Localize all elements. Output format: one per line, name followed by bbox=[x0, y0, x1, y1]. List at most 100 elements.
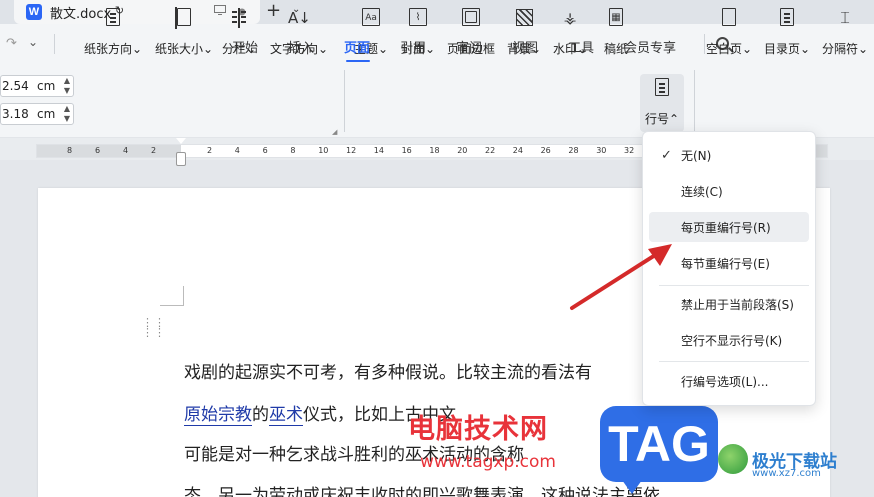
paragraph-line[interactable]: 戏剧的起源实不可考，有多种假说。比较主流的看法有 bbox=[184, 358, 592, 383]
page-border-icon bbox=[460, 6, 482, 30]
checkmark-icon: ✓ bbox=[661, 147, 672, 163]
menu-item-label: 空行不显示行号(K) bbox=[681, 333, 783, 348]
first-line-indent-marker[interactable] bbox=[176, 138, 186, 144]
ruler-number: 10 bbox=[318, 146, 329, 155]
menu-item-hide-blank-lines[interactable]: 空行不显示行号(K) bbox=[649, 325, 809, 355]
menu-item-restart-each-page[interactable]: 每页重编行号(R) bbox=[649, 212, 809, 242]
tab-6[interactable]: 工具 bbox=[568, 37, 594, 56]
separator-icon: ⌶ bbox=[840, 8, 850, 27]
blank-page-button[interactable]: 空白页⌄ bbox=[706, 6, 752, 57]
menu-divider bbox=[659, 285, 809, 286]
tab-3[interactable]: 引用 bbox=[400, 37, 426, 56]
wps-writer-icon: W bbox=[26, 4, 42, 20]
columns-icon bbox=[228, 6, 250, 30]
top-margin-unit: cm bbox=[37, 79, 56, 93]
ruler-number: 22 bbox=[485, 146, 496, 155]
tool-label: 行号⌃ bbox=[644, 112, 680, 126]
watermark-tag-logo: TAG bbox=[600, 406, 718, 494]
tab-5[interactable]: 视图 bbox=[512, 37, 538, 56]
paper-size-icon bbox=[173, 6, 195, 30]
toc-page-button[interactable]: 目录页⌄ bbox=[764, 6, 810, 57]
manuscript-icon: ▦ bbox=[605, 6, 627, 30]
ribbon-toolbar bbox=[0, 64, 874, 138]
paragraph-line[interactable]: 态。另一为劳动或庆祝丰收时的即兴歌舞表演，这种说法主要依 bbox=[184, 481, 660, 497]
paper-orientation-button[interactable]: ↻ 纸张方向⌄ bbox=[84, 5, 143, 57]
top-margin-input[interactable]: 2.54 cm ▲ ▼ bbox=[0, 75, 74, 97]
menu-item-label: 每页重编行号(R) bbox=[681, 220, 771, 235]
watermark-icon: ⚶ bbox=[563, 9, 577, 27]
menu-item-label: 无(N) bbox=[681, 148, 712, 163]
tool-label: 分隔符⌄ bbox=[822, 42, 869, 56]
tab-4[interactable]: 审阅 bbox=[456, 37, 482, 56]
ruler-number: 24 bbox=[512, 146, 523, 155]
ruler-number: 6 bbox=[262, 146, 268, 155]
ruler-number: 16 bbox=[401, 146, 412, 155]
tab-1[interactable]: 插入 bbox=[288, 37, 314, 56]
theme-icon: Aa bbox=[360, 6, 382, 30]
ruler-number: 4 bbox=[123, 146, 129, 155]
spin-arrows-icon[interactable]: ▲ ▼ bbox=[64, 104, 70, 124]
menu-item-continuous[interactable]: 连续(C) bbox=[649, 176, 809, 206]
tab-7[interactable]: 会员专享 bbox=[624, 37, 676, 56]
menu-divider bbox=[54, 34, 55, 54]
line-number-dropdown: ✓ 无(N) 连续(C) 每页重编行号(R) 每节重编行号(E) 禁止用于当前段… bbox=[642, 131, 816, 406]
ruler-number: 14 bbox=[373, 146, 384, 155]
line-number-button[interactable]: 行号⌃ bbox=[640, 74, 684, 132]
dialog-launcher-icon[interactable]: ◢ bbox=[332, 128, 337, 136]
menu-divider bbox=[659, 361, 809, 362]
cover-icon: ⌇ bbox=[407, 6, 429, 30]
menu-item-label: 行编号选项(L)... bbox=[681, 374, 769, 389]
ruler-number: 12 bbox=[346, 146, 357, 155]
toolbar-divider bbox=[694, 70, 695, 132]
background-icon bbox=[513, 6, 535, 30]
menu-divider bbox=[704, 34, 705, 54]
tab-2[interactable]: 页面 bbox=[344, 37, 370, 56]
text-segment: 的 bbox=[252, 405, 269, 425]
ruler-margin-left bbox=[37, 145, 181, 157]
spin-arrows-icon[interactable]: ▲ ▼ bbox=[64, 76, 70, 96]
ruler-number: 26 bbox=[540, 146, 551, 155]
drag-handle-icon[interactable]: ⋮⋮ ⋮⋮ bbox=[142, 317, 166, 338]
tool-label: 纸张大小⌄ bbox=[155, 42, 214, 56]
quick-access-chevron-icon[interactable]: ⌄ bbox=[28, 35, 38, 49]
redo-icon[interactable]: ↷ bbox=[6, 36, 17, 51]
tool-label: 纸张方向⌄ bbox=[84, 42, 143, 56]
tab-0[interactable]: 开始 bbox=[232, 37, 258, 56]
paper-size-button[interactable]: 纸张大小⌄ bbox=[155, 6, 213, 57]
menu-item-restart-each-section[interactable]: 每节重编行号(E) bbox=[649, 248, 809, 278]
menu-item-none[interactable]: ✓ 无(N) bbox=[649, 140, 809, 170]
bottom-margin-value: 3.18 bbox=[2, 107, 29, 121]
watermark-brand: 极光下载站 www.xz7.com bbox=[718, 444, 837, 479]
blank-page-icon bbox=[718, 6, 740, 30]
menu-item-label: 禁止用于当前段落(S) bbox=[681, 297, 794, 312]
toolbar-divider bbox=[344, 70, 345, 132]
ruler-number: 30 bbox=[596, 146, 607, 155]
menu-item-label: 每节重编行号(E) bbox=[681, 256, 770, 271]
tool-label: 目录页⌄ bbox=[764, 42, 811, 56]
menu-item-label: 连续(C) bbox=[681, 184, 723, 199]
link-primitive-religion[interactable]: 原始宗教 bbox=[184, 405, 252, 426]
ruler-number: 18 bbox=[429, 146, 440, 155]
ruler-number: 8 bbox=[290, 146, 296, 155]
ruler-number: 2 bbox=[151, 146, 157, 155]
bottom-margin-unit: cm bbox=[37, 107, 56, 121]
ruler-number: 4 bbox=[234, 146, 240, 155]
ruler-number: 6 bbox=[95, 146, 101, 155]
bottom-margin-input[interactable]: 3.18 cm ▲ ▼ bbox=[0, 103, 74, 125]
link-witchcraft[interactable]: 巫术 bbox=[269, 405, 303, 426]
ruler-number: 20 bbox=[457, 146, 468, 155]
toc-page-icon bbox=[776, 6, 798, 30]
top-margin-value: 2.54 bbox=[2, 79, 29, 93]
left-indent-marker[interactable] bbox=[176, 152, 186, 166]
active-tab-indicator bbox=[346, 60, 370, 62]
brand-url: www.xz7.com bbox=[752, 468, 821, 479]
line-number-icon bbox=[651, 76, 673, 100]
menu-item-line-number-options[interactable]: 行编号选项(L)... bbox=[649, 366, 809, 396]
paper-orientation-icon: ↻ bbox=[102, 5, 124, 30]
separator-button[interactable]: ⌶ 分隔符⌄ bbox=[822, 6, 868, 57]
watermark-site-name: 电脑技术网 bbox=[408, 414, 548, 445]
ruler-number: 2 bbox=[207, 146, 213, 155]
menu-item-suppress-current-paragraph[interactable]: 禁止用于当前段落(S) bbox=[649, 289, 809, 319]
ruler-number: 28 bbox=[568, 146, 579, 155]
brand-logo-icon bbox=[718, 444, 748, 474]
